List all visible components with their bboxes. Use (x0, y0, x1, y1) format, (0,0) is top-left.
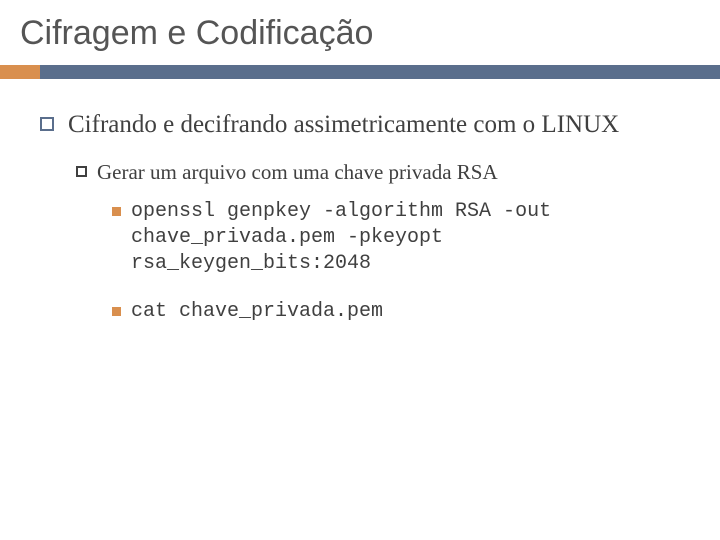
solid-square-icon (112, 207, 121, 216)
content-area: Cifrando e decifrando assimetricamente c… (0, 79, 720, 325)
bullet-level2: Gerar um arquivo com uma chave privada R… (76, 160, 680, 185)
level1-text: Cifrando e decifrando assimetricamente c… (68, 109, 619, 140)
main-stripe (40, 65, 720, 79)
bullet-level3: cat chave_privada.pem (112, 299, 680, 325)
bullet-level3: openssl genpkey -algorithm RSA -out chav… (112, 199, 680, 277)
bullet-level1: Cifrando e decifrando assimetricamente c… (40, 109, 680, 140)
divider-bar (0, 65, 720, 79)
level3-text-1: cat chave_privada.pem (131, 299, 383, 325)
level2-text: Gerar um arquivo com uma chave privada R… (97, 160, 498, 185)
accent-stripe (0, 65, 40, 79)
slide-title: Cifragem e Codificação (0, 0, 720, 61)
level3-text-0: openssl genpkey -algorithm RSA -out chav… (131, 199, 680, 277)
solid-square-icon (112, 307, 121, 316)
hollow-square-icon (40, 117, 54, 131)
small-hollow-square-icon (76, 166, 87, 177)
